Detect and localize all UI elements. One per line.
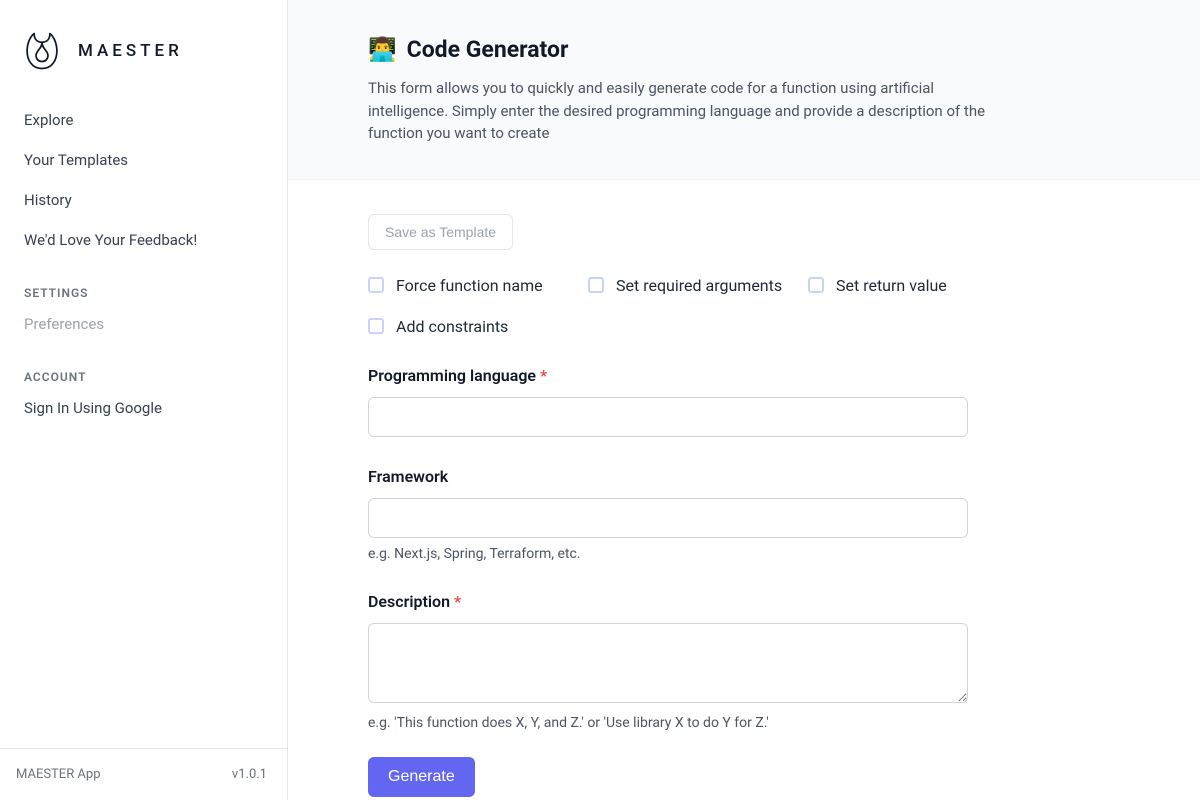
form: Save as Template Force function name Set… <box>288 180 1200 800</box>
nav-item-feedback[interactable]: We'd Love Your Feedback! <box>24 220 263 260</box>
checkbox-icon <box>808 277 824 293</box>
save-template-button[interactable]: Save as Template <box>368 214 513 250</box>
section-heading-settings: SETTINGS <box>0 260 287 304</box>
nav-item-history[interactable]: History <box>24 180 263 220</box>
field-hint: e.g. 'This function does X, Y, and Z.' o… <box>368 715 1120 731</box>
sidebar: MAESTER Explore Your Templates History W… <box>0 0 288 800</box>
description-input[interactable] <box>368 623 968 703</box>
required-mark: * <box>454 592 461 611</box>
page-description: This form allows you to quickly and easi… <box>368 77 988 145</box>
field-framework: Framework e.g. Next.js, Spring, Terrafor… <box>368 467 1120 562</box>
field-programming-language: Programming language * <box>368 366 1120 437</box>
checkbox-add-constraints[interactable]: Add constraints <box>368 317 588 336</box>
checkbox-icon <box>368 277 384 293</box>
brand-logo-icon <box>24 30 60 72</box>
checkbox-label: Force function name <box>396 276 543 295</box>
brand[interactable]: MAESTER <box>0 0 287 100</box>
nav-item-preferences: Preferences <box>24 304 263 344</box>
nav-account: Sign In Using Google <box>0 388 287 428</box>
checkbox-set-required-arguments[interactable]: Set required arguments <box>588 276 808 295</box>
field-hint: e.g. Next.js, Spring, Terraform, etc. <box>368 546 1120 562</box>
checkbox-label: Set return value <box>836 276 947 295</box>
field-label: Framework <box>368 467 448 486</box>
footer-app-name: MAESTER App <box>16 767 101 782</box>
checkbox-set-return-value[interactable]: Set return value <box>808 276 1028 295</box>
field-description: Description * e.g. 'This function does X… <box>368 592 1120 731</box>
required-mark: * <box>540 366 547 385</box>
nav-item-templates[interactable]: Your Templates <box>24 140 263 180</box>
hero-title-text: Code Generator <box>407 36 569 63</box>
generate-button[interactable]: Generate <box>368 757 475 797</box>
field-label: Description * <box>368 592 461 611</box>
nav-item-signin-google[interactable]: Sign In Using Google <box>24 388 263 428</box>
checkbox-label: Set required arguments <box>616 276 782 295</box>
checkbox-force-function-name[interactable]: Force function name <box>368 276 588 295</box>
footer-version: v1.0.1 <box>232 767 267 782</box>
section-heading-account: ACCOUNT <box>0 344 287 388</box>
field-label: Programming language * <box>368 366 547 385</box>
nav-settings: Preferences <box>0 304 287 344</box>
nav-item-explore[interactable]: Explore <box>24 100 263 140</box>
brand-name: MAESTER <box>78 41 183 61</box>
option-checkboxes: Force function name Set required argumen… <box>368 276 1120 336</box>
field-label-text: Description <box>368 592 450 611</box>
checkbox-icon <box>368 318 384 334</box>
hero: 👨‍💻 Code Generator This form allows you … <box>288 0 1200 180</box>
page-title: 👨‍💻 Code Generator <box>368 36 1120 63</box>
framework-input[interactable] <box>368 498 968 538</box>
sidebar-footer: MAESTER App v1.0.1 <box>0 748 287 800</box>
nav-primary: Explore Your Templates History We'd Love… <box>0 100 287 260</box>
programming-language-input[interactable] <box>368 397 968 437</box>
main-content: 👨‍💻 Code Generator This form allows you … <box>288 0 1200 800</box>
checkbox-label: Add constraints <box>396 317 508 336</box>
hero-emoji-icon: 👨‍💻 <box>368 36 397 63</box>
field-label-text: Programming language <box>368 366 536 385</box>
checkbox-icon <box>588 277 604 293</box>
